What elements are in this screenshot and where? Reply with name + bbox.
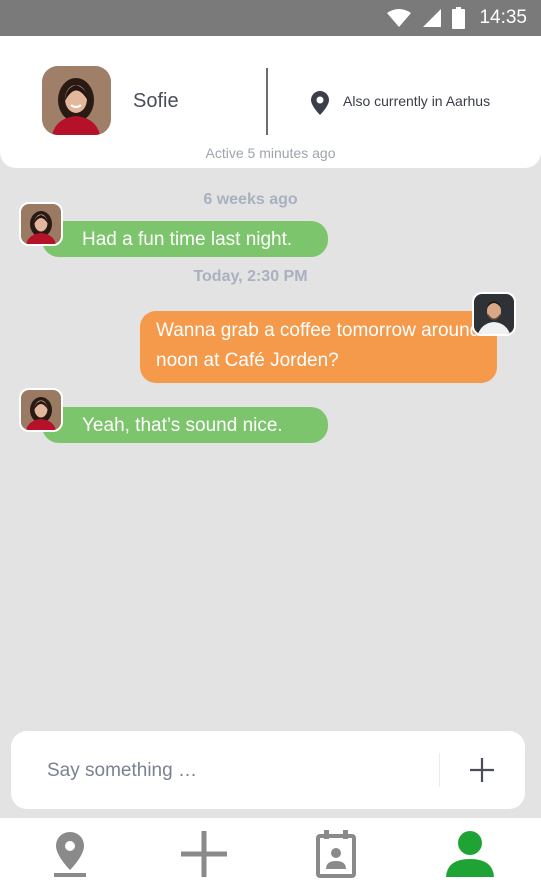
message-composer	[11, 731, 525, 809]
incoming-message-bubble[interactable]: Had a fun time last night.	[42, 221, 328, 257]
status-icons: 14:35	[386, 0, 527, 36]
header-divider	[266, 68, 268, 135]
battery-icon	[452, 7, 466, 29]
user-avatar-small[interactable]	[472, 292, 516, 336]
location-pin-icon	[54, 832, 86, 877]
active-status: Active 5 minutes ago	[205, 145, 336, 161]
cellular-signal-icon	[423, 9, 442, 27]
composer-divider	[439, 753, 440, 787]
contact-avatar-small[interactable]	[19, 202, 63, 246]
location-text: Also currently in Aarhus	[343, 93, 491, 109]
bottom-navigation	[0, 818, 541, 888]
outgoing-message-bubble[interactable]: Wanna grab a coffee tomorrow around noon…	[140, 311, 497, 383]
contact-avatar[interactable]	[42, 66, 111, 135]
wifi-icon	[387, 9, 412, 27]
status-bar: 14:35	[0, 0, 541, 36]
plus-icon	[181, 831, 227, 877]
calendar-contact-icon	[316, 830, 356, 878]
add-attachment-button[interactable]	[467, 755, 497, 785]
incoming-message-bubble[interactable]: Yeah, that’s sound nice.	[42, 407, 328, 443]
message-input[interactable]	[47, 757, 427, 785]
message-timestamp: Today, 2:30 PM	[193, 268, 308, 285]
contact-avatar-small[interactable]	[19, 388, 63, 432]
nav-add-button[interactable]	[177, 828, 231, 880]
status-time: 14:35	[479, 7, 527, 28]
location-pin-icon	[311, 91, 329, 115]
message-timestamp: 6 weeks ago	[203, 191, 298, 208]
conversation-header: Sofie Also currently in Aarhus Active 5 …	[0, 36, 541, 168]
nav-map-button[interactable]	[43, 828, 97, 880]
user-profile-icon	[446, 831, 494, 877]
nav-calendar-button[interactable]	[309, 828, 363, 880]
contact-name[interactable]: Sofie	[133, 90, 179, 113]
nav-profile-button[interactable]	[443, 828, 497, 880]
